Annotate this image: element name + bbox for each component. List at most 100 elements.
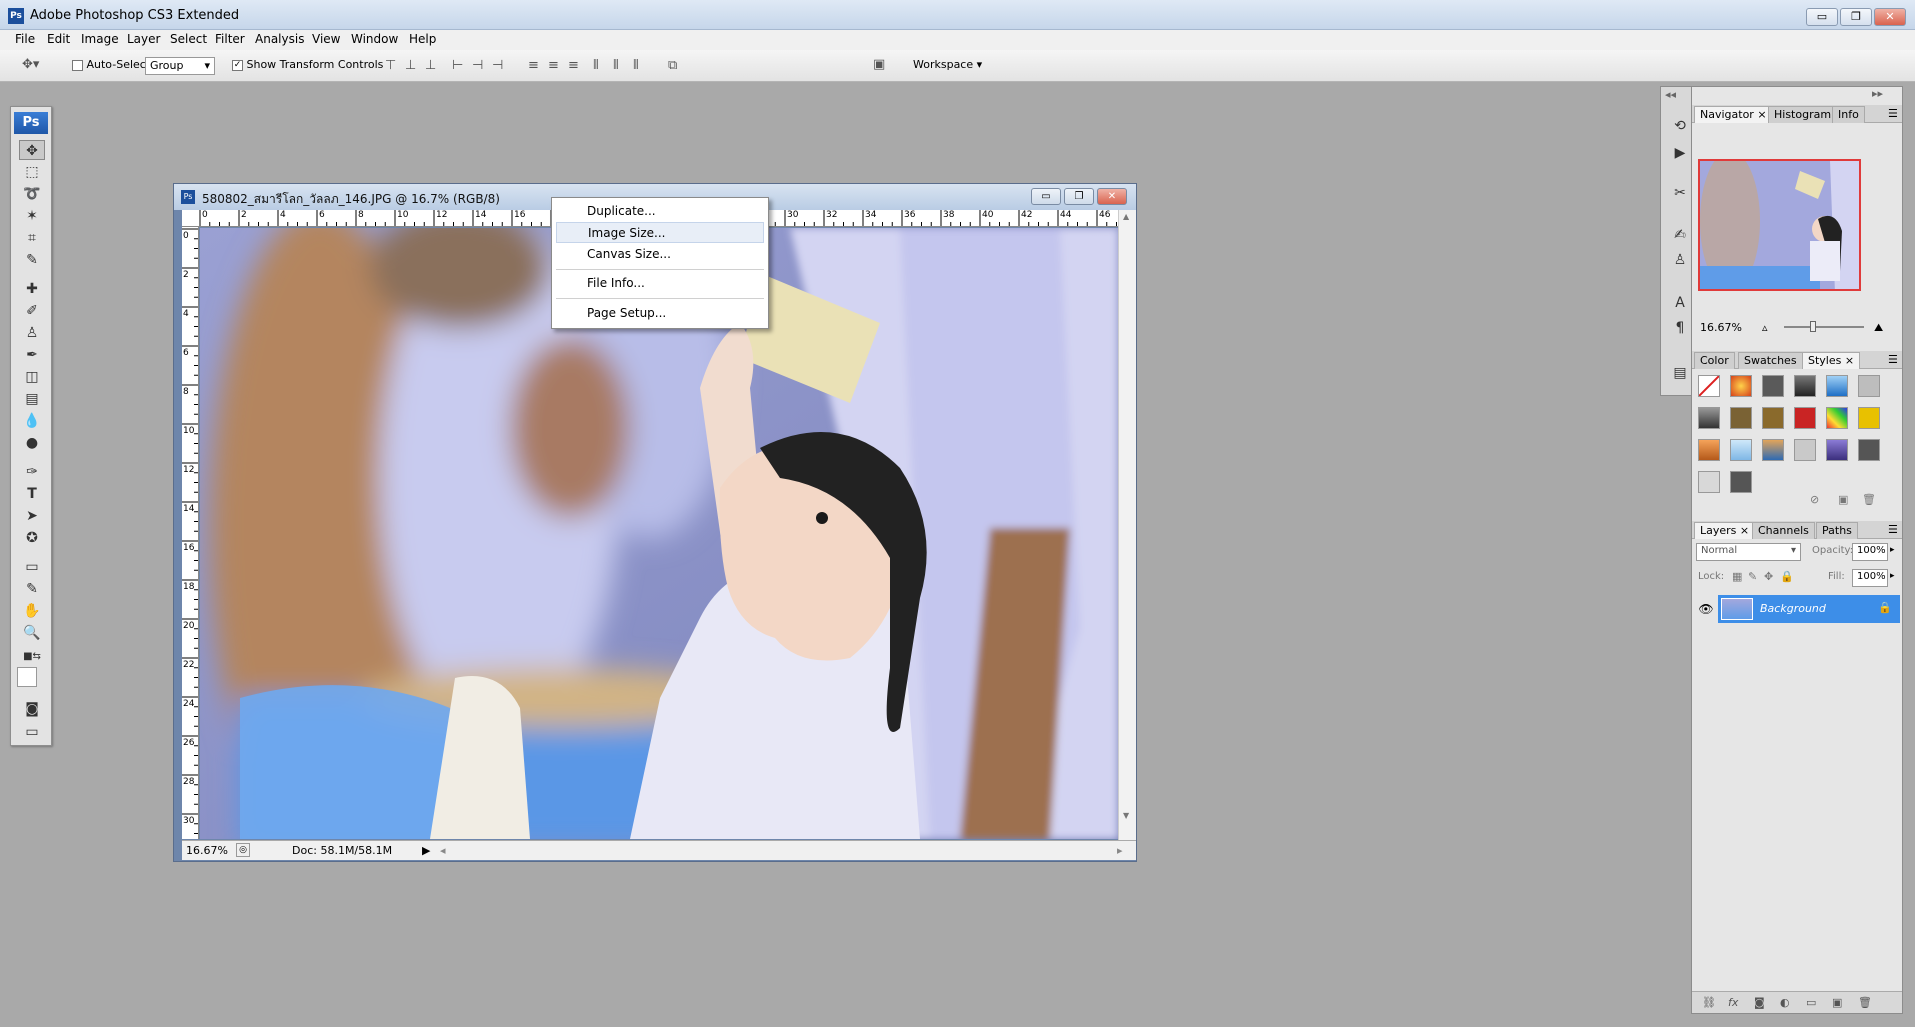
align-bottom-icon[interactable]: ⊥ xyxy=(425,58,436,73)
layer-style-icon[interactable]: fx xyxy=(1728,996,1738,1009)
align-left-icon[interactable]: ⊢ xyxy=(452,58,463,73)
clone-source-icon[interactable]: ♙ xyxy=(1669,249,1691,271)
eraser-tool-icon[interactable]: ◫ xyxy=(19,367,45,387)
tab-color[interactable]: Color xyxy=(1694,352,1735,369)
file-browser-icon[interactable]: ▣ xyxy=(873,57,885,72)
style-swatch[interactable] xyxy=(1858,439,1880,461)
style-swatch[interactable] xyxy=(1730,471,1752,493)
opacity-arrow-icon[interactable]: ▸ xyxy=(1890,545,1895,555)
history-brush-tool-icon[interactable]: ✒ xyxy=(19,345,45,365)
move-tool-preset-icon[interactable]: ✥▾ xyxy=(22,57,39,72)
distribute-right-icon[interactable]: ⦀ xyxy=(633,58,639,73)
character-panel-icon[interactable]: A xyxy=(1669,292,1691,314)
brushes-panel-icon[interactable]: ✍ xyxy=(1669,224,1691,246)
panel-menu-icon[interactable]: ☰ xyxy=(1888,523,1898,536)
show-transform-group[interactable]: ✓ Show Transform Controls xyxy=(232,58,383,71)
healing-brush-tool-icon[interactable]: ✚ xyxy=(19,279,45,299)
tool-presets-icon[interactable]: ✂ xyxy=(1669,182,1691,204)
path-selection-tool-icon[interactable]: ➤ xyxy=(19,506,45,526)
style-swatch[interactable] xyxy=(1730,407,1752,429)
menu-item-image-size[interactable]: Image Size... xyxy=(556,222,764,243)
crop-tool-icon[interactable]: ⌗ xyxy=(19,228,45,248)
style-swatch[interactable] xyxy=(1858,375,1880,397)
show-transform-checkbox[interactable]: ✓ xyxy=(232,59,243,71)
layer-comps-icon[interactable]: ▤ xyxy=(1669,362,1691,384)
slice-tool-icon[interactable]: ✎ xyxy=(19,250,45,270)
menu-layer[interactable]: Layer xyxy=(127,32,160,46)
align-right-icon[interactable]: ⊣ xyxy=(492,58,503,73)
clone-stamp-tool-icon[interactable]: ♙ xyxy=(19,323,45,343)
scroll-right-icon[interactable]: ▸ xyxy=(1117,844,1123,857)
type-tool-icon[interactable]: T xyxy=(19,484,45,504)
lock-image-icon[interactable]: ✎ xyxy=(1748,570,1757,583)
style-swatch[interactable] xyxy=(1826,375,1848,397)
link-layers-icon[interactable]: ⛓ xyxy=(1702,996,1716,1009)
layer-visibility-eye-icon[interactable]: 👁 xyxy=(1696,595,1716,623)
menu-help[interactable]: Help xyxy=(409,32,436,46)
menu-item-page-setup[interactable]: Page Setup... xyxy=(556,303,764,324)
style-swatch[interactable] xyxy=(1698,407,1720,429)
eyedropper-tool-icon[interactable]: ✎ xyxy=(19,579,45,599)
clear-style-icon[interactable]: ⊘ xyxy=(1810,493,1819,506)
style-swatch[interactable] xyxy=(1794,375,1816,397)
status-menu-arrow-icon[interactable]: ▶ xyxy=(422,844,430,857)
new-group-icon[interactable]: ▭ xyxy=(1806,996,1816,1009)
hand-tool-icon[interactable]: ✋ xyxy=(19,601,45,621)
menu-item-canvas-size[interactable]: Canvas Size... xyxy=(556,244,764,265)
workspace-button[interactable]: Workspace ▾ xyxy=(913,58,982,71)
distribute-hcenter-icon[interactable]: ⦀ xyxy=(613,58,619,73)
tab-info[interactable]: Info xyxy=(1832,106,1865,123)
paragraph-panel-icon[interactable]: ¶ xyxy=(1669,317,1691,339)
scroll-left-icon[interactable]: ◂ xyxy=(440,844,446,857)
menu-view[interactable]: View xyxy=(312,32,340,46)
vertical-ruler[interactable]: 0 2 4 6 8 10 12 14 16 18 20 22 24 26 28 30 xyxy=(182,227,199,839)
delete-style-icon[interactable]: 🗑 xyxy=(1862,493,1876,506)
tab-paths[interactable]: Paths xyxy=(1816,522,1858,539)
actions-panel-icon[interactable]: ▶ xyxy=(1669,142,1691,164)
menu-image[interactable]: Image xyxy=(81,32,119,46)
style-swatch[interactable] xyxy=(1858,407,1880,429)
style-swatch[interactable] xyxy=(1698,439,1720,461)
move-tool-icon[interactable]: ✥ xyxy=(19,140,45,160)
restore-button[interactable]: ❐ xyxy=(1840,8,1872,26)
lock-all-icon[interactable]: 🔒 xyxy=(1780,570,1794,583)
doc-restore-button[interactable]: ❐ xyxy=(1064,188,1094,205)
dodge-tool-icon[interactable]: ● xyxy=(19,433,45,453)
fill-field[interactable]: 100% xyxy=(1852,569,1888,587)
screen-mode-icon[interactable]: ▭ xyxy=(19,722,45,742)
zoom-level-field[interactable]: 16.67% xyxy=(186,844,228,857)
new-style-icon[interactable]: ▣ xyxy=(1838,493,1848,506)
zoom-tool-icon[interactable]: 🔍 xyxy=(19,623,45,643)
brush-tool-icon[interactable]: ✐ xyxy=(19,301,45,321)
menu-file[interactable]: File xyxy=(15,32,35,46)
style-swatch[interactable] xyxy=(1826,439,1848,461)
marquee-tool-icon[interactable]: ⬚ xyxy=(19,162,45,182)
adjustment-layer-icon[interactable]: ◐ xyxy=(1780,996,1790,1009)
tab-styles[interactable]: Styles × xyxy=(1802,352,1861,369)
navigator-zoom-value[interactable]: 16.67% xyxy=(1700,321,1742,334)
zoom-in-icon[interactable]: ⛰ xyxy=(1874,321,1883,335)
swap-colors-icon[interactable]: ■⇆ xyxy=(19,647,45,667)
tab-channels[interactable]: Channels xyxy=(1752,522,1815,539)
tab-layers[interactable]: Layers × xyxy=(1694,522,1756,539)
close-button[interactable]: ✕ xyxy=(1874,8,1906,26)
menu-window[interactable]: Window xyxy=(351,32,398,46)
distribute-top-icon[interactable]: ≡ xyxy=(528,58,539,73)
auto-select-dropdown[interactable]: Group ▾ xyxy=(145,57,215,75)
layer-mask-icon[interactable]: ◙ xyxy=(1754,996,1765,1009)
expand-panels-icon[interactable]: ▸▸ xyxy=(1872,87,1883,100)
tab-navigator[interactable]: Navigator × xyxy=(1694,106,1773,123)
distribute-bottom-icon[interactable]: ≡ xyxy=(568,58,579,73)
gradient-tool-icon[interactable]: ▤ xyxy=(19,389,45,409)
doc-minimize-button[interactable]: ▭ xyxy=(1031,188,1061,205)
zoom-out-icon[interactable]: ▵ xyxy=(1762,321,1768,334)
foreground-color-swatch[interactable] xyxy=(17,667,37,687)
fill-arrow-icon[interactable]: ▸ xyxy=(1890,571,1895,581)
collapse-dock-icon[interactable]: ◂◂ xyxy=(1665,88,1676,101)
navigator-thumbnail[interactable] xyxy=(1698,159,1861,291)
vertical-scrollbar[interactable]: ▲ ▼ xyxy=(1118,210,1136,840)
minimize-button[interactable]: ▭ xyxy=(1806,8,1838,26)
menu-item-file-info[interactable]: File Info... xyxy=(556,273,764,294)
notes-tool-icon[interactable]: ▭ xyxy=(19,557,45,577)
doc-close-button[interactable]: ✕ xyxy=(1097,188,1127,205)
